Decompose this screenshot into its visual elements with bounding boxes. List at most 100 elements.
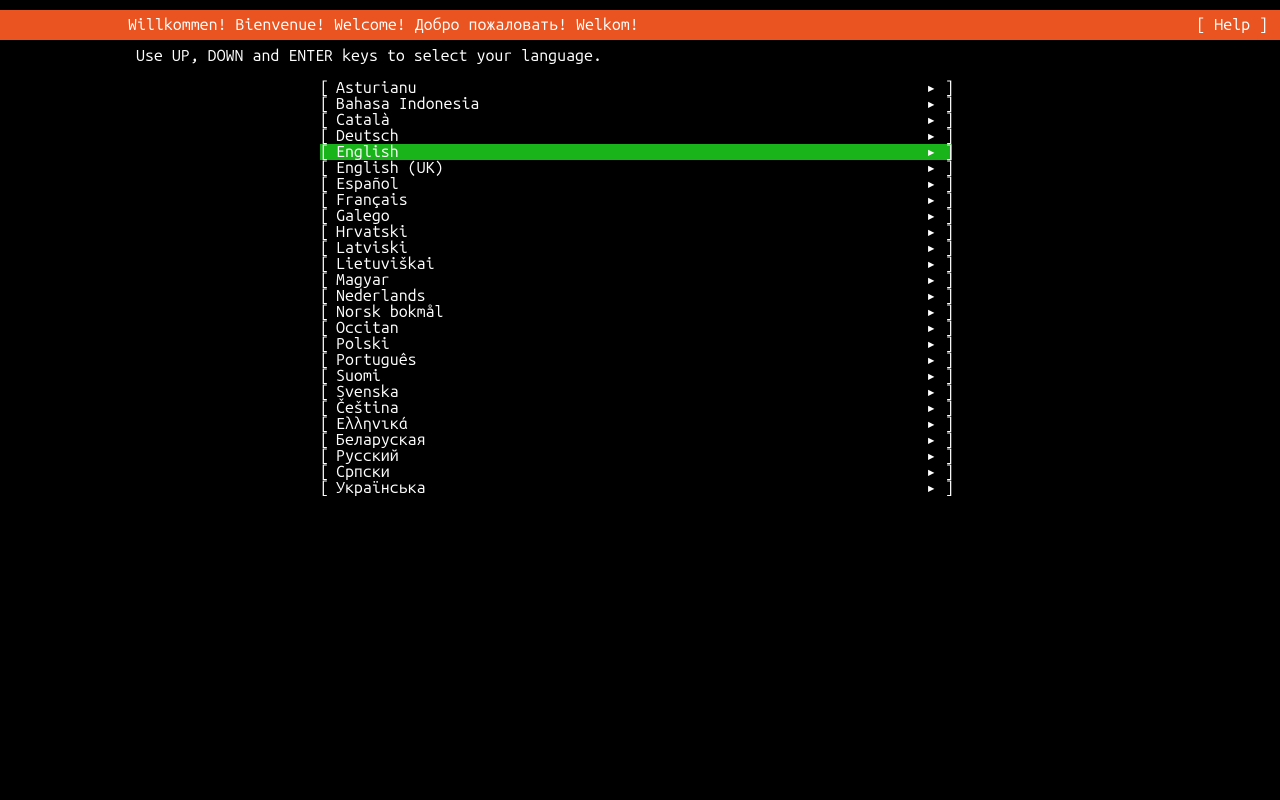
language-option[interactable]: [ Українська▸ ]: [320, 480, 952, 496]
language-label: English (UK): [336, 160, 444, 176]
left-bracket: [: [320, 160, 336, 176]
right-bracket: ]: [936, 352, 952, 368]
window-top-border: [0, 0, 1280, 10]
left-bracket: [: [320, 208, 336, 224]
instruction-text: Use UP, DOWN and ENTER keys to select yo…: [136, 48, 602, 64]
language-option[interactable]: [ Norsk bokmål▸ ]: [320, 304, 952, 320]
right-bracket: ]: [936, 240, 952, 256]
chevron-right-icon: ▸: [920, 80, 936, 96]
right-bracket: ]: [936, 224, 952, 240]
language-label: Српски: [336, 464, 390, 480]
language-label: Magyar: [336, 272, 390, 288]
language-option[interactable]: [ Català▸ ]: [320, 112, 952, 128]
language-option[interactable]: [ Galego▸ ]: [320, 208, 952, 224]
chevron-right-icon: ▸: [920, 464, 936, 480]
chevron-right-icon: ▸: [920, 432, 936, 448]
left-bracket: [: [320, 416, 336, 432]
language-option[interactable]: [ Latviski▸ ]: [320, 240, 952, 256]
language-label: Asturianu: [336, 80, 417, 96]
chevron-right-icon: ▸: [920, 240, 936, 256]
chevron-right-icon: ▸: [920, 272, 936, 288]
language-label: Português: [336, 352, 417, 368]
chevron-right-icon: ▸: [920, 416, 936, 432]
language-option[interactable]: [ English (UK)▸ ]: [320, 160, 952, 176]
chevron-right-icon: ▸: [920, 96, 936, 112]
header-title: Willkommen! Bienvenue! Welcome! Добро по…: [8, 17, 639, 33]
language-option[interactable]: [ English▸ ]: [320, 144, 952, 160]
right-bracket: ]: [936, 112, 952, 128]
chevron-right-icon: ▸: [920, 176, 936, 192]
right-bracket: ]: [936, 320, 952, 336]
chevron-right-icon: ▸: [920, 384, 936, 400]
left-bracket: [: [320, 272, 336, 288]
help-button[interactable]: [ Help ]: [1196, 17, 1272, 33]
left-bracket: [: [320, 480, 336, 496]
chevron-right-icon: ▸: [920, 128, 936, 144]
language-label: Lietuviškai: [336, 256, 435, 272]
chevron-right-icon: ▸: [920, 336, 936, 352]
right-bracket: ]: [936, 464, 952, 480]
left-bracket: [: [320, 192, 336, 208]
right-bracket: ]: [936, 256, 952, 272]
language-label: Ελληνικά: [336, 416, 408, 432]
language-option[interactable]: [ Ελληνικά ▸ ]: [320, 416, 952, 432]
chevron-right-icon: ▸: [920, 480, 936, 496]
right-bracket: ]: [936, 144, 952, 160]
language-option[interactable]: [ Suomi▸ ]: [320, 368, 952, 384]
right-bracket: ]: [936, 128, 952, 144]
language-label: Occitan: [336, 320, 399, 336]
language-option[interactable]: [ Français▸ ]: [320, 192, 952, 208]
language-option[interactable]: [ Nederlands▸ ]: [320, 288, 952, 304]
left-bracket: [: [320, 240, 336, 256]
left-bracket: [: [320, 96, 336, 112]
language-option[interactable]: [ Русский▸ ]: [320, 448, 952, 464]
language-option[interactable]: [ Српски▸ ]: [320, 464, 952, 480]
language-option[interactable]: [ Português▸ ]: [320, 352, 952, 368]
language-option[interactable]: [ Magyar▸ ]: [320, 272, 952, 288]
right-bracket: ]: [936, 416, 952, 432]
right-bracket: ]: [936, 80, 952, 96]
left-bracket: [: [320, 112, 336, 128]
right-bracket: ]: [936, 288, 952, 304]
language-option[interactable]: [ Hrvatski▸ ]: [320, 224, 952, 240]
language-label: Norsk bokmål: [336, 304, 444, 320]
left-bracket: [: [320, 336, 336, 352]
right-bracket: ]: [936, 384, 952, 400]
language-label: Nederlands: [336, 288, 426, 304]
language-label: Čeština: [336, 400, 399, 416]
left-bracket: [: [320, 144, 336, 160]
language-option[interactable]: [ Bahasa Indonesia▸ ]: [320, 96, 952, 112]
chevron-right-icon: ▸: [920, 320, 936, 336]
chevron-right-icon: ▸: [920, 304, 936, 320]
language-option[interactable]: [ Беларуская▸ ]: [320, 432, 952, 448]
language-option[interactable]: [ Čeština▸ ]: [320, 400, 952, 416]
left-bracket: [: [320, 448, 336, 464]
right-bracket: ]: [936, 160, 952, 176]
language-option[interactable]: [ Polski ▸ ]: [320, 336, 952, 352]
language-option[interactable]: [ Lietuviškai ▸ ]: [320, 256, 952, 272]
left-bracket: [: [320, 256, 336, 272]
language-label: Polski: [336, 336, 390, 352]
language-list[interactable]: [ Asturianu▸ ][ Bahasa Indonesia▸ ][ Cat…: [320, 80, 952, 496]
language-label: Русский: [336, 448, 399, 464]
left-bracket: [: [320, 288, 336, 304]
language-label: Español: [336, 176, 399, 192]
language-option[interactable]: [ Occitan▸ ]: [320, 320, 952, 336]
left-bracket: [: [320, 400, 336, 416]
right-bracket: ]: [936, 400, 952, 416]
left-bracket: [: [320, 384, 336, 400]
chevron-right-icon: ▸: [920, 256, 936, 272]
language-label: Galego: [336, 208, 390, 224]
right-bracket: ]: [936, 176, 952, 192]
language-option[interactable]: [ Asturianu▸ ]: [320, 80, 952, 96]
chevron-right-icon: ▸: [920, 112, 936, 128]
left-bracket: [: [320, 432, 336, 448]
language-label: Svenska: [336, 384, 399, 400]
right-bracket: ]: [936, 336, 952, 352]
chevron-right-icon: ▸: [920, 448, 936, 464]
language-option[interactable]: [ Deutsch▸ ]: [320, 128, 952, 144]
language-label: Беларуская: [336, 432, 426, 448]
language-option[interactable]: [ Español▸ ]: [320, 176, 952, 192]
language-option[interactable]: [ Svenska ▸ ]: [320, 384, 952, 400]
chevron-right-icon: ▸: [920, 224, 936, 240]
